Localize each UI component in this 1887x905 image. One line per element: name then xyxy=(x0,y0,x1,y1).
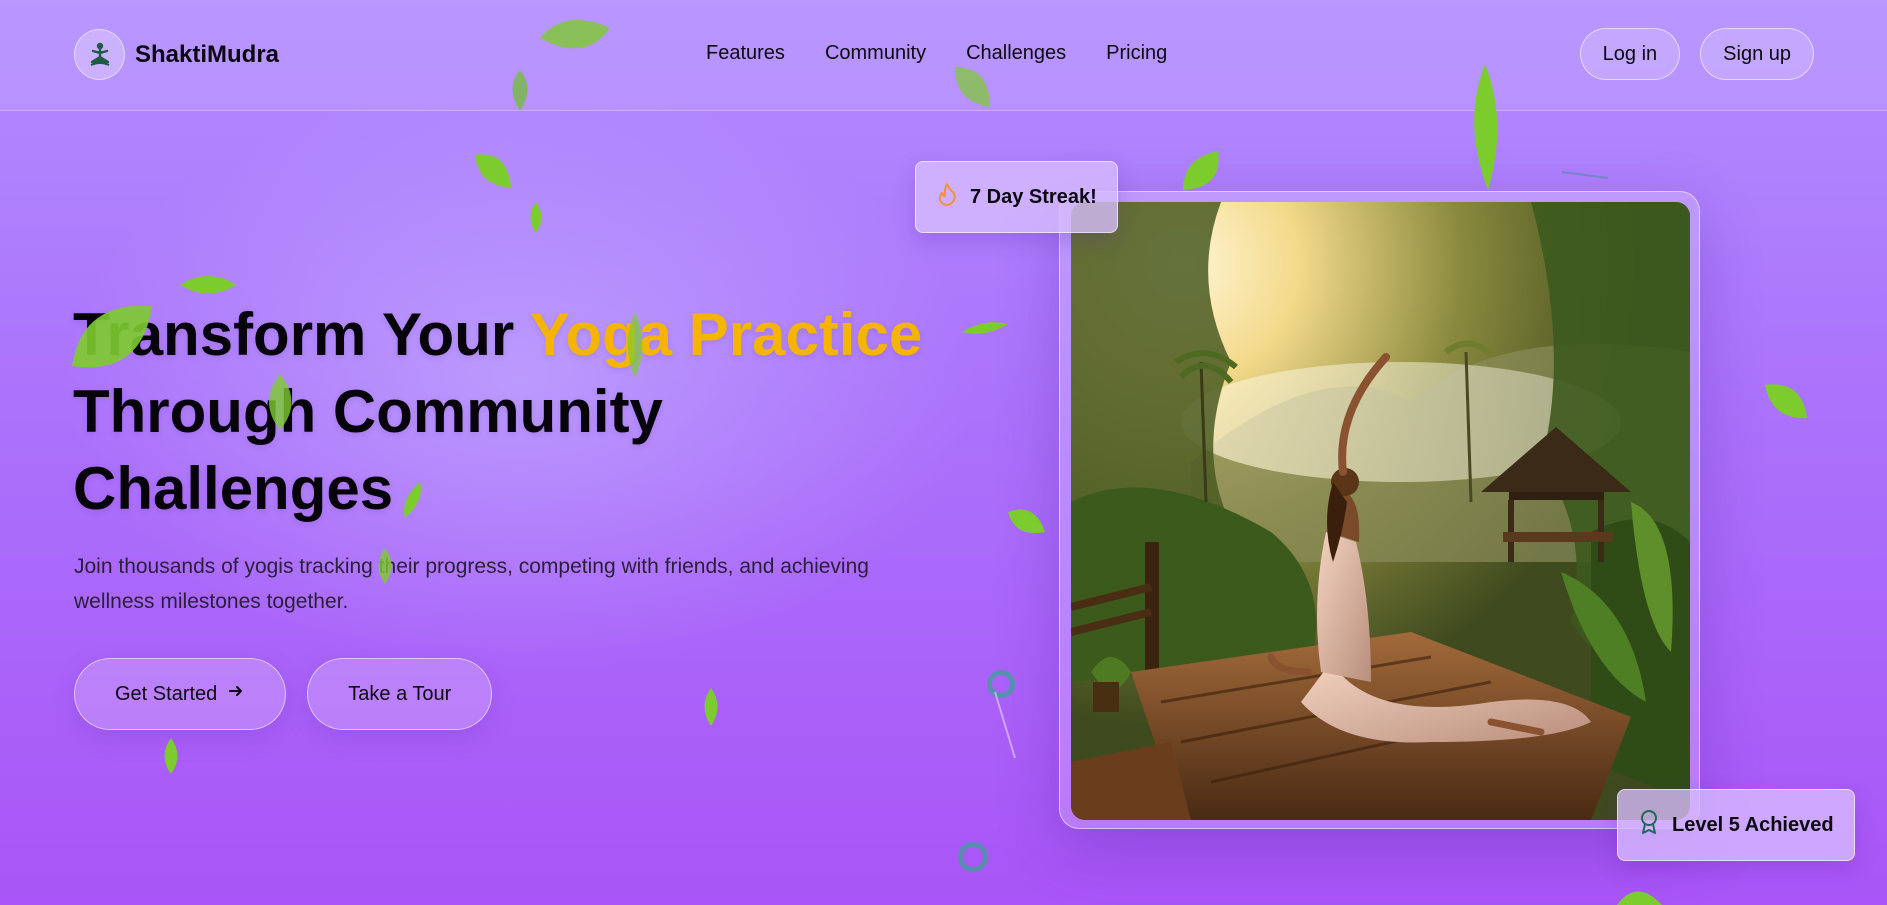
falling-leaf-icon xyxy=(704,688,718,726)
hero-title-accent: Yoga Practice xyxy=(529,301,923,368)
signup-button[interactable]: Sign up xyxy=(1700,28,1814,80)
hero-subtitle: Join thousands of yogis tracking their p… xyxy=(74,555,869,613)
nav-item-pricing[interactable]: Pricing xyxy=(1106,42,1167,65)
falling-leaf-icon xyxy=(1183,151,1219,190)
cta-row: Get Started Take a Tour xyxy=(74,658,493,730)
award-ribbon-icon xyxy=(1638,809,1660,841)
main-nav: Features Community Challenges Pricing xyxy=(706,42,1167,65)
arrow-right-icon xyxy=(227,682,245,706)
decorative-ring-icon xyxy=(958,842,988,872)
site-header: ShaktiMudra Features Community Challenge… xyxy=(0,0,1887,111)
login-button[interactable]: Log in xyxy=(1579,28,1681,80)
level-label: Level 5 Achieved xyxy=(1672,813,1834,836)
decorative-streak-icon xyxy=(1561,171,1609,179)
hero-yoga-image xyxy=(1071,202,1690,820)
brand-name: ShaktiMudra xyxy=(135,40,280,68)
take-a-tour-button[interactable]: Take a Tour xyxy=(307,658,493,730)
falling-leaf-icon xyxy=(180,276,236,294)
get-started-button[interactable]: Get Started xyxy=(74,658,287,730)
nav-item-features[interactable]: Features xyxy=(706,42,785,65)
decorative-streak-icon xyxy=(994,691,1016,759)
decorative-ring-icon xyxy=(987,670,1015,698)
streak-badge: 7 Day Streak! xyxy=(915,161,1118,233)
nav-item-community[interactable]: Community xyxy=(825,42,926,65)
auth-buttons: Log in Sign up xyxy=(1579,28,1814,80)
get-started-label: Get Started xyxy=(115,682,218,705)
falling-leaf-icon xyxy=(164,738,178,774)
hero-title-part1: Transform Your xyxy=(73,301,530,368)
falling-leaf-icon xyxy=(1008,509,1045,534)
hero-title: Transform Your Yoga Practice Through Com… xyxy=(73,296,973,527)
hero-title-part2: Through Community xyxy=(73,378,663,445)
brand-link[interactable]: ShaktiMudra xyxy=(74,29,279,80)
streak-label: 7 Day Streak! xyxy=(970,185,1097,208)
hero-title-part3: Challenges xyxy=(73,455,394,522)
falling-leaf-icon xyxy=(1617,891,1662,905)
falling-leaf-icon xyxy=(475,154,511,188)
nav-item-challenges[interactable]: Challenges xyxy=(966,42,1066,65)
falling-leaf-icon xyxy=(530,202,542,233)
flame-icon xyxy=(936,182,958,212)
falling-leaf-icon xyxy=(1765,384,1807,419)
meditation-figure-icon xyxy=(74,29,125,80)
level-badge: Level 5 Achieved xyxy=(1617,789,1855,861)
